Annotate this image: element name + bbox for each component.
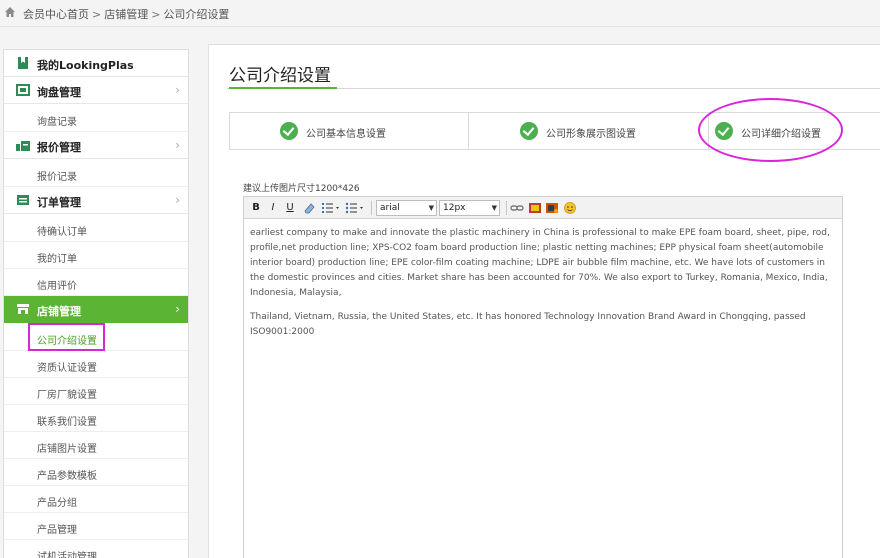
- sidebar-item-label: 我的订单: [37, 254, 77, 265]
- rich-text-editor[interactable]: B I U arial ▼ 12px ▼ earliest company to…: [243, 196, 843, 558]
- bold-button[interactable]: B: [250, 201, 262, 215]
- sidebar-section-label: 报价管理: [37, 141, 81, 154]
- editor-paragraph: Thailand, Vietnam, Russia, the United St…: [250, 312, 806, 337]
- dropdown-arrow-icon: ▼: [428, 204, 434, 212]
- breadcrumb: 会员中心首页 > 店铺管理 > 公司介绍设置: [23, 6, 229, 22]
- image-size-hint: 建议上传图片尺寸1200*426: [243, 184, 360, 194]
- chevron-right-icon: ›: [175, 138, 180, 152]
- order-icon: [17, 195, 29, 205]
- chevron-right-icon: ›: [175, 83, 180, 97]
- italic-button[interactable]: I: [267, 201, 279, 215]
- eraser-icon[interactable]: [302, 201, 316, 215]
- sidebar-item-trial-activity[interactable]: 试机活动管理: [4, 540, 188, 558]
- title-accent-bar: [229, 87, 337, 89]
- sidebar-item-label: 试机活动管理: [37, 552, 97, 558]
- step-divider: [468, 113, 469, 149]
- sidebar-item-store-images[interactable]: 店铺图片设置: [4, 432, 188, 459]
- editor-content[interactable]: earliest company to make and innovate th…: [250, 226, 840, 340]
- sidebar-item-label: 报价记录: [37, 172, 77, 183]
- check-circle-icon: [280, 122, 298, 140]
- sidebar-item-factory[interactable]: 厂房厂貌设置: [4, 378, 188, 405]
- inquiry-icon: [16, 84, 30, 96]
- sidebar-section-label: 询盘管理: [37, 86, 81, 99]
- sidebar-item-credit-rating[interactable]: 信用评价: [4, 269, 188, 296]
- breadcrumb-separator: >: [92, 8, 102, 21]
- sidebar-item-product-groups[interactable]: 产品分组: [4, 486, 188, 513]
- store-icon: [17, 304, 29, 314]
- breadcrumb-bar: 会员中心首页 > 店铺管理 > 公司介绍设置: [0, 0, 880, 27]
- sidebar-item-label: 店铺图片设置: [37, 444, 97, 455]
- home-icon[interactable]: [4, 6, 16, 18]
- sidebar-item-qualification[interactable]: 资质认证设置: [4, 351, 188, 378]
- toolbar-separator: [371, 201, 372, 215]
- sidebar-item-label: 产品管理: [37, 525, 77, 536]
- unordered-list-icon[interactable]: [345, 201, 365, 215]
- sidebar-item-param-template[interactable]: 产品参数模板: [4, 459, 188, 486]
- sidebar-item-my-lookingplas[interactable]: 我的LookingPlas: [4, 50, 188, 77]
- dropdown-arrow-icon: ▼: [491, 204, 497, 212]
- sidebar-item-store[interactable]: 店铺管理 ›: [4, 296, 188, 323]
- sidebar-section-label: 我的LookingPlas: [37, 59, 134, 72]
- image-icon[interactable]: [528, 201, 542, 215]
- font-size-select[interactable]: 12px ▼: [439, 200, 500, 216]
- quote-icon: [16, 141, 30, 151]
- sidebar-item-inquiry-records[interactable]: 询盘记录: [4, 105, 188, 132]
- step-label: 公司形象展示图设置: [546, 129, 636, 140]
- sidebar-section-label: 订单管理: [37, 196, 81, 209]
- sidebar: 我的LookingPlas 询盘管理 › 询盘记录 报价管理 › 报价记录 订单…: [3, 49, 189, 558]
- sidebar-item-label: 待确认订单: [37, 227, 87, 238]
- sidebar-item-label: 产品分组: [37, 498, 77, 509]
- sidebar-item-contact[interactable]: 联系我们设置: [4, 405, 188, 432]
- sidebar-item-quote-records[interactable]: 报价记录: [4, 160, 188, 187]
- sidebar-item-product-management[interactable]: 产品管理: [4, 513, 188, 540]
- sidebar-item-orders[interactable]: 订单管理 ›: [4, 187, 188, 214]
- sidebar-item-pending-orders[interactable]: 待确认订单: [4, 215, 188, 242]
- sidebar-item-label: 联系我们设置: [37, 417, 97, 428]
- editor-toolbar: B I U arial ▼ 12px ▼: [244, 197, 842, 219]
- breadcrumb-separator: >: [151, 8, 161, 21]
- breadcrumb-link-store[interactable]: 店铺管理: [104, 8, 148, 21]
- step-label: 公司基本信息设置: [306, 129, 386, 140]
- link-icon[interactable]: [510, 201, 524, 215]
- sidebar-item-my-orders[interactable]: 我的订单: [4, 242, 188, 269]
- sidebar-item-label: 产品参数模板: [37, 471, 97, 482]
- toolbar-separator: [506, 201, 507, 215]
- sidebar-item-label: 信用评价: [37, 281, 77, 292]
- ordered-list-icon[interactable]: [321, 201, 341, 215]
- breadcrumb-current: 公司介绍设置: [163, 8, 230, 21]
- chevron-right-icon: ›: [175, 193, 180, 207]
- sidebar-item-label: 询盘记录: [37, 117, 77, 128]
- font-size-value: 12px: [443, 203, 466, 213]
- breadcrumb-link-home[interactable]: 会员中心首页: [23, 8, 89, 21]
- editor-paragraph: earliest company to make and innovate th…: [250, 228, 830, 298]
- font-family-select[interactable]: arial ▼: [376, 200, 437, 216]
- font-family-value: arial: [380, 203, 400, 213]
- bookmark-icon: [18, 57, 28, 69]
- sidebar-section-label: 店铺管理: [37, 305, 81, 318]
- check-circle-icon: [520, 122, 538, 140]
- sidebar-item-label: 资质认证设置: [37, 363, 97, 374]
- main-panel: 公司介绍设置 公司基本信息设置 公司形象展示图设置 公司详细介绍设置 建议上传图…: [208, 44, 880, 558]
- media-icon[interactable]: [545, 201, 559, 215]
- sidebar-item-label: 厂房厂貌设置: [37, 390, 97, 401]
- page-title: 公司介绍设置: [229, 66, 331, 86]
- sidebar-item-quote[interactable]: 报价管理 ›: [4, 132, 188, 159]
- highlight-annotation-box: [28, 323, 105, 351]
- sidebar-item-inquiry[interactable]: 询盘管理 ›: [4, 77, 188, 104]
- underline-button[interactable]: U: [284, 201, 296, 215]
- highlight-annotation-ellipse: [698, 98, 843, 162]
- chevron-right-icon: ›: [175, 302, 180, 316]
- emoji-icon[interactable]: [563, 201, 577, 215]
